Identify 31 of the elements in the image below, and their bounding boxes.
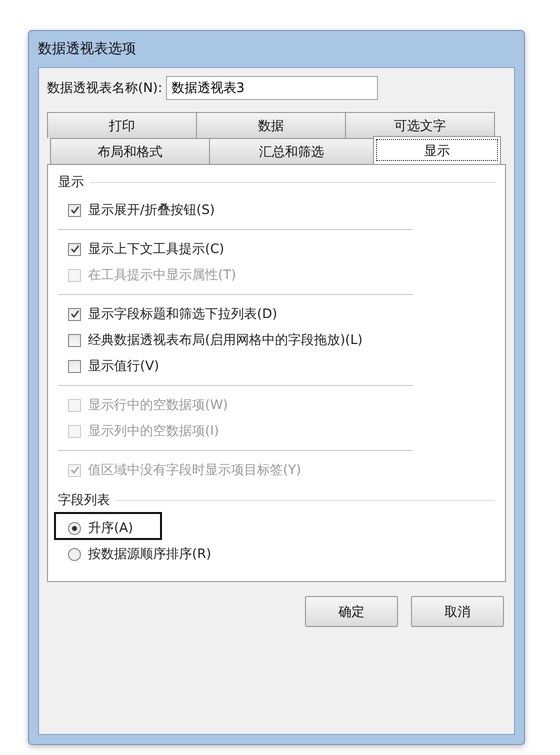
checkbox[interactable] (68, 242, 81, 256)
name-input-field[interactable]: 数据透视表3 (166, 76, 378, 100)
radio-label: 按数据源顺序排序(R) (88, 546, 212, 563)
name-label: 数据透视表名称(N): (47, 80, 162, 97)
tab[interactable]: 汇总和筛选 (209, 138, 374, 164)
checkbox-label: 显示行中的空数据项(W) (88, 397, 228, 414)
window-title: 数据透视表选项 (38, 40, 136, 58)
checkbox-label: 在工具提示中显示属性(T) (88, 267, 236, 284)
checkbox-label: 显示字段标题和筛选下拉列表(D) (88, 306, 278, 323)
tab[interactable]: 打印 (47, 112, 197, 138)
checkbox-label: 显示列中的空数据项(I) (88, 423, 219, 440)
section-title: 显示 (58, 174, 84, 191)
checkbox-label: 值区域中没有字段时显示项目标签(Y) (88, 462, 302, 479)
section-title: 字段列表 (58, 492, 110, 509)
cancel-button[interactable]: 取消 (411, 596, 504, 627)
checkbox[interactable] (68, 308, 81, 320)
tab[interactable]: 可选文字 (345, 112, 495, 138)
tab[interactable]: 数据 (196, 112, 346, 138)
checkbox[interactable] (68, 334, 81, 346)
checkbox-label: 经典数据透视表布局(启用网格中的字段拖放)(L) (88, 332, 363, 349)
tab[interactable]: 显示 (373, 136, 501, 164)
radio-button[interactable] (68, 522, 81, 534)
radio-button[interactable] (68, 548, 81, 560)
checkbox-label: 显示展开/折叠按钮(S) (88, 202, 215, 219)
checkbox[interactable] (68, 204, 81, 216)
radio-label: 升序(A) (88, 520, 134, 537)
checkbox-label: 显示值行(V) (88, 358, 160, 375)
tab[interactable]: 布局和格式 (50, 138, 210, 164)
ok-button[interactable]: 确定 (305, 596, 398, 627)
checkbox-label: 显示上下文工具提示(C) (88, 241, 224, 258)
checkbox[interactable] (68, 360, 81, 372)
